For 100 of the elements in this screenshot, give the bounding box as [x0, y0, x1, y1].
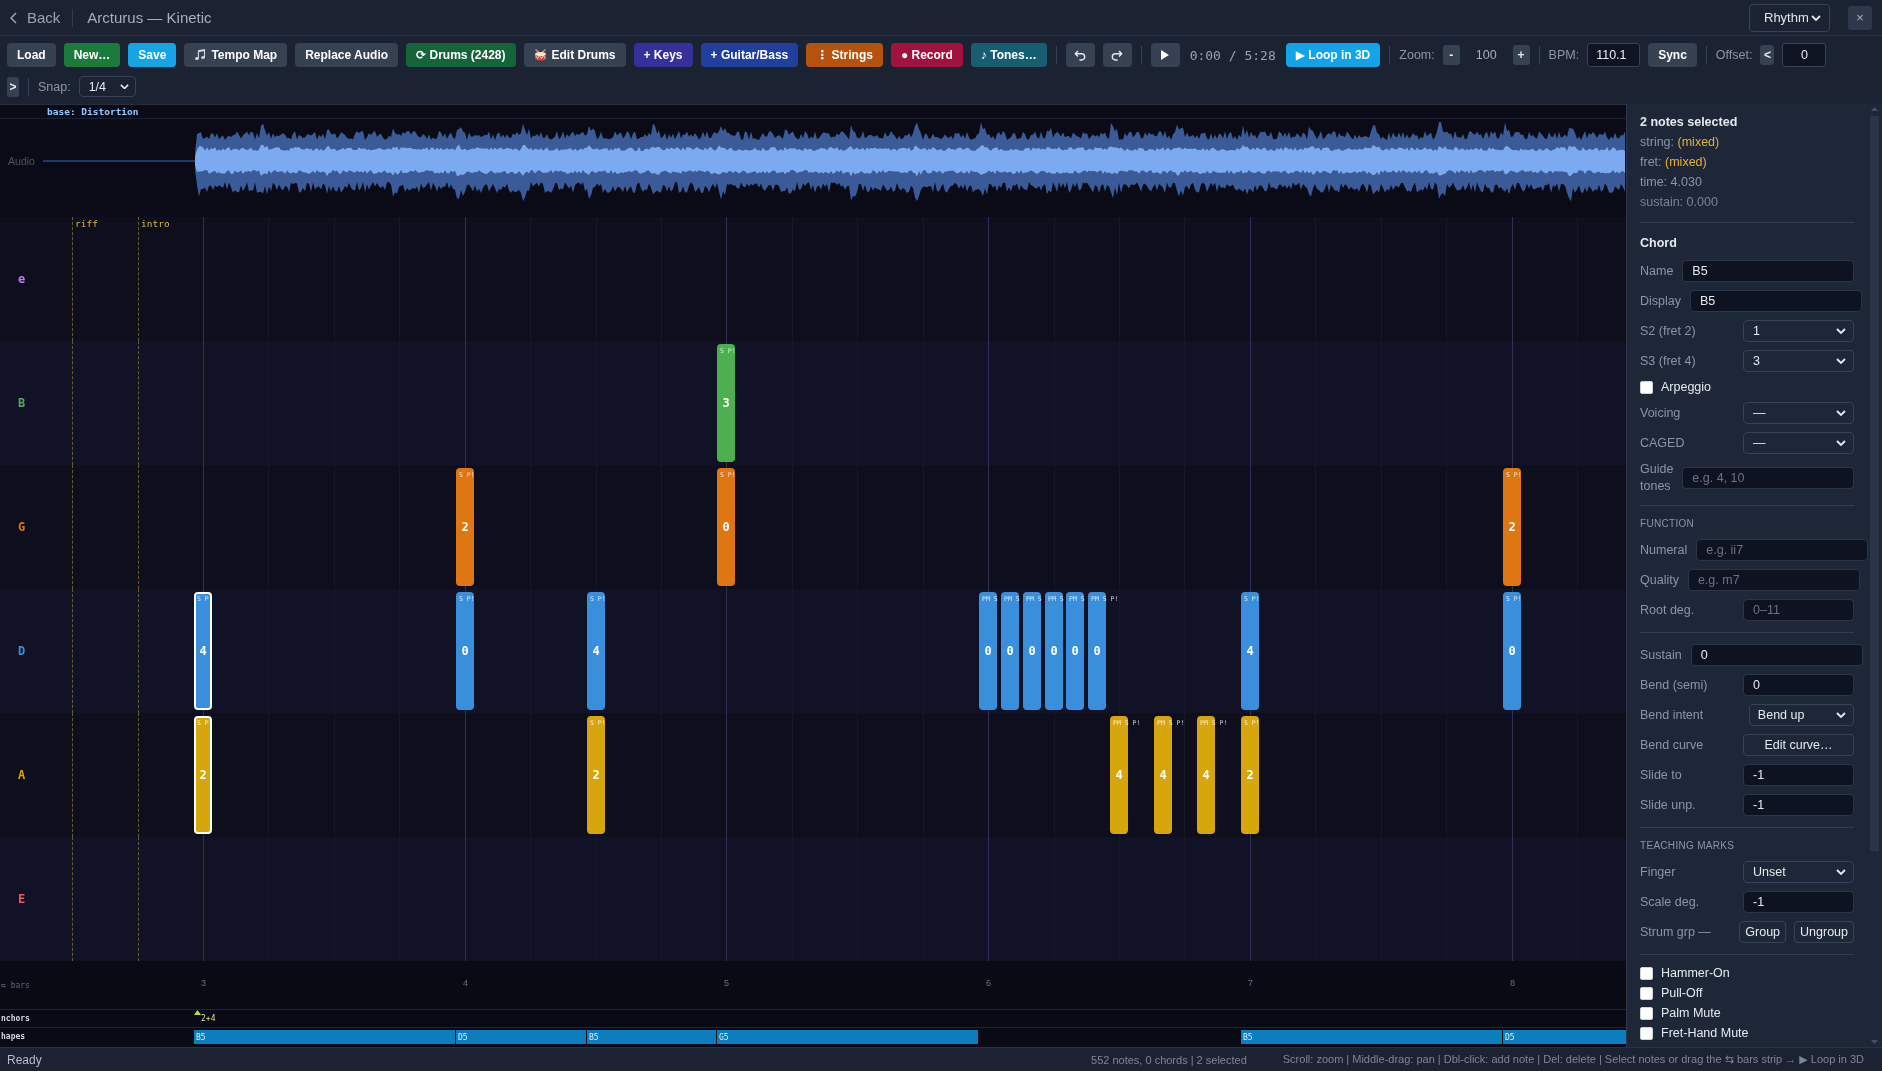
playback-time: 0:00 / 5:28 — [1189, 47, 1276, 63]
close-button[interactable]: × — [1848, 5, 1872, 30]
text-input[interactable]: e.g. 4, 10 — [1682, 467, 1855, 489]
chord-shape[interactable]: D5 — [1503, 1030, 1626, 1044]
checkbox[interactable] — [1640, 966, 1653, 980]
back-button[interactable]: Back — [10, 9, 61, 26]
chevron-down-icon — [1836, 358, 1846, 364]
chevron-down-icon — [1836, 410, 1846, 416]
play-button[interactable] — [1150, 43, 1180, 67]
snap-label: Snap: — [38, 79, 71, 94]
chevron-down-icon — [119, 83, 129, 90]
offset-step-button[interactable]: < — [1760, 45, 1775, 65]
bar-number: 8 — [1510, 978, 1515, 988]
fret-number: 0 — [1027, 644, 1037, 658]
checkbox[interactable] — [1640, 986, 1653, 1000]
string-label: e — [17, 272, 26, 286]
checkbox[interactable] — [1640, 1026, 1653, 1040]
fret-number: 0 — [1049, 644, 1059, 658]
group-button[interactable]: Group — [1739, 921, 1787, 943]
field-label: Quality — [1640, 571, 1679, 589]
toolbar-button[interactable]: ⟳ Drums (2428) — [406, 43, 516, 67]
selection-count: 552 notes, 0 chords | 2 selected — [1091, 1053, 1247, 1066]
zoom-label: Zoom: — [1399, 48, 1435, 62]
text-input[interactable]: 0–11 — [1743, 599, 1854, 621]
checkbox-label: Fret-Hand Mute — [1661, 1026, 1749, 1040]
drum-icon — [533, 49, 547, 61]
field-label: Finger — [1640, 863, 1677, 881]
chevron-down-icon — [1836, 440, 1846, 446]
row-label: nchors — [0, 1014, 30, 1023]
zoom-in-button[interactable]: + — [1512, 45, 1530, 65]
string-label: B — [17, 396, 26, 410]
edit-curve-button[interactable]: Edit curve… — [1743, 734, 1854, 756]
dropdown[interactable]: Unset — [1743, 861, 1854, 883]
fret-number: 0 — [1092, 644, 1102, 658]
toolbar-button[interactable]: ⋮ Strings — [806, 43, 883, 67]
field-label: Bend intent — [1640, 706, 1705, 724]
anchor-label: 2+4 — [201, 1014, 216, 1023]
toolbar-button[interactable]: + Keys — [633, 43, 693, 67]
text-input[interactable]: -1 — [1743, 794, 1854, 816]
dropdown[interactable]: Bend up — [1748, 704, 1854, 726]
fret-number: 0 — [721, 520, 731, 534]
string-label: A — [17, 768, 26, 782]
toolbar-button[interactable]: ♪ Tones… — [970, 43, 1047, 67]
checkbox[interactable] — [1640, 1006, 1653, 1020]
dropdown[interactable]: — — [1743, 402, 1854, 424]
dropdown[interactable]: 3 — [1743, 350, 1854, 372]
toolbar-button[interactable]: Edit Drums — [523, 43, 626, 67]
field-label: S3 (fret 4) — [1640, 352, 1697, 370]
fret-number: 2 — [591, 768, 601, 782]
status-text: Ready — [7, 1052, 42, 1067]
zoom-out-button[interactable]: - — [1442, 45, 1460, 65]
text-input[interactable]: -1 — [1743, 891, 1854, 913]
string-label: D — [17, 644, 26, 658]
sync-button[interactable]: Sync — [1648, 43, 1697, 67]
field-label: Bend (semi) — [1640, 676, 1709, 694]
toolbar-button[interactable]: Replace Audio — [295, 43, 399, 67]
expand-button[interactable]: > — [7, 76, 19, 97]
text-input[interactable]: e.g. ii7 — [1696, 539, 1869, 561]
field-label: Voicing — [1640, 404, 1682, 422]
fret-number: 4 — [1114, 768, 1124, 782]
dropdown[interactable]: — — [1743, 432, 1854, 454]
redo-button[interactable] — [1102, 43, 1132, 67]
toolbar-button[interactable]: Load — [7, 43, 56, 67]
snap-dropdown[interactable]: 1/4 — [78, 76, 136, 97]
checkbox[interactable] — [1640, 380, 1653, 394]
field-label: Root deg. — [1640, 601, 1696, 619]
chord-shape[interactable]: B5 — [587, 1030, 716, 1044]
toolbar-button[interactable]: ● Record — [890, 43, 963, 67]
project-title: Arcturus — Kinetic — [87, 9, 212, 26]
bar-number: 7 — [1248, 978, 1253, 988]
text-input[interactable]: 0 — [1690, 644, 1863, 666]
selection-detail: time: 4.030 — [1640, 174, 1703, 191]
chord-shape[interactable]: B5 — [1241, 1030, 1502, 1044]
text-input[interactable]: B5 — [1682, 260, 1855, 282]
chord-shape[interactable]: D5 — [456, 1030, 586, 1044]
field-label: Slide to — [1640, 766, 1683, 784]
toolbar-button[interactable]: + Guitar/Bass — [700, 43, 799, 67]
field-label: Scale deg. — [1640, 893, 1701, 911]
undo-button[interactable] — [1065, 43, 1095, 67]
triangle-marker-icon[interactable] — [194, 1010, 201, 1015]
fret-number: 0 — [1005, 644, 1015, 658]
toolbar-button[interactable]: New… — [63, 43, 121, 67]
text-input[interactable]: 0 — [1743, 674, 1854, 696]
text-input[interactable]: e.g. m7 — [1687, 569, 1860, 591]
bpm-input[interactable]: 110.1 — [1587, 43, 1641, 67]
zoom-value: 100 — [1475, 48, 1497, 62]
text-input[interactable]: -1 — [1743, 764, 1854, 786]
toolbar-button[interactable]: Tempo Map — [184, 43, 288, 67]
field-label: Numeral — [1640, 541, 1688, 559]
group-button[interactable]: Ungroup — [1794, 921, 1854, 943]
mode-dropdown[interactable]: Rhythm — [1749, 3, 1830, 32]
string-label: G — [17, 520, 26, 534]
field-label: Slide unp. — [1640, 796, 1697, 814]
dropdown[interactable]: 1 — [1743, 320, 1854, 342]
offset-label: Offset: — [1715, 48, 1753, 62]
chord-shape[interactable]: B5 — [194, 1030, 455, 1044]
offset-input[interactable]: 0 — [1782, 43, 1827, 67]
text-input[interactable]: B5 — [1690, 290, 1862, 312]
chord-shape[interactable]: G5 — [717, 1030, 978, 1044]
field-label: Bend curve — [1640, 736, 1705, 754]
